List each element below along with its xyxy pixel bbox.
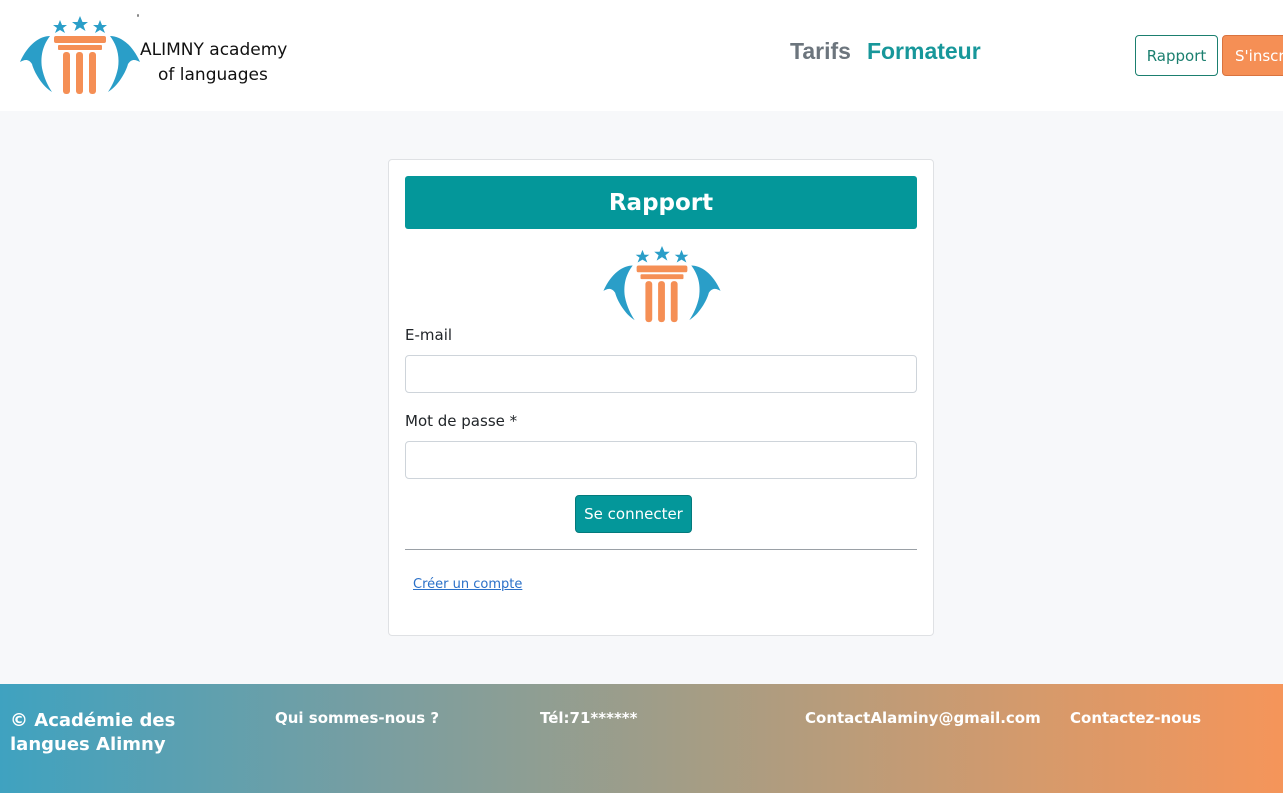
login-card: Rapport E-mail Mot de passe * Se connect… — [388, 159, 934, 636]
password-label: Mot de passe * — [405, 412, 518, 430]
rapport-button[interactable]: Rapport — [1135, 35, 1218, 76]
brand-name: ALIMNY academy of languages — [140, 38, 300, 88]
site-footer: © Académie des langues Alimny Qui sommes… — [0, 684, 1283, 793]
create-account-link[interactable]: Créer un compte — [413, 577, 522, 592]
decorative-mark — [137, 14, 139, 17]
email-input[interactable] — [405, 355, 917, 393]
card-title: Rapport — [405, 176, 917, 229]
nav-tarifs-link[interactable]: Tarifs — [790, 38, 851, 65]
footer-about-link[interactable]: Qui sommes-nous ? — [275, 709, 439, 727]
column-stars-logo-icon — [603, 245, 721, 323]
login-button[interactable]: Se connecter — [575, 495, 692, 533]
footer-contact-link[interactable]: Contactez-nous — [1070, 709, 1201, 727]
academy-logo[interactable] — [18, 14, 142, 98]
password-input[interactable] — [405, 441, 917, 479]
brand-line-1: ALIMNY academy — [140, 40, 288, 60]
card-logo — [601, 244, 723, 326]
sign-up-button[interactable]: S'inscrire — [1222, 35, 1283, 76]
nav-formateur-link[interactable]: Formateur — [867, 38, 981, 65]
main-nav: Tarifs Formateur — [790, 38, 981, 65]
site-header: ALIMNY academy of languages Tarifs Forma… — [0, 0, 1283, 111]
footer-copyright: © Académie des langues Alimny — [10, 710, 176, 755]
brand-line-2: of languages — [158, 65, 268, 85]
column-stars-logo-icon — [20, 16, 140, 94]
footer-phone: Tél:71****** — [540, 709, 638, 727]
footer-email[interactable]: ContactAlaminy@gmail.com — [805, 709, 1041, 727]
email-label: E-mail — [405, 326, 453, 344]
divider — [405, 549, 917, 550]
